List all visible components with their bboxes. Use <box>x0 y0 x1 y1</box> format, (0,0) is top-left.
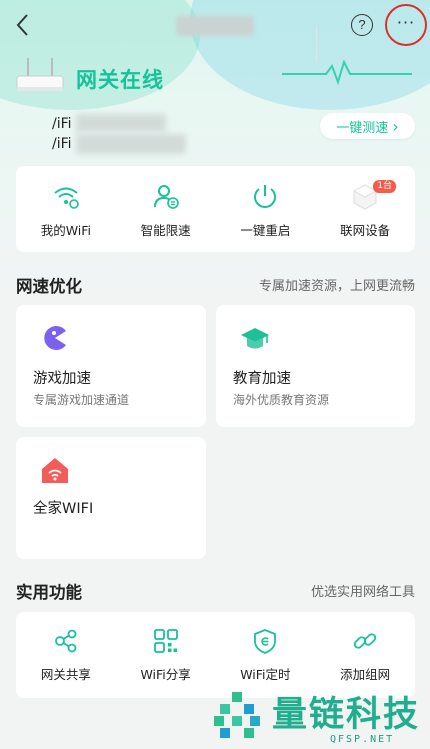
card-subtitle: 海外优质教育资源 <box>233 393 330 407</box>
timer-shield-icon <box>254 629 277 654</box>
quick-item-label: 联网设备 <box>340 223 391 238</box>
card-subtitle: 专属游戏加速通道 <box>33 393 130 407</box>
speed-test-label: 一键测速 <box>336 120 389 136</box>
chevron-right-icon: › <box>392 116 399 136</box>
family-wifi-card[interactable]: 全家WIFI <box>16 437 206 559</box>
wifi-name-redacted <box>76 134 186 154</box>
quick-item-devices[interactable]: 1台 联网设备 <box>315 166 415 252</box>
heartbeat-line-icon <box>282 60 412 86</box>
wifi-name-label: /iFi <box>52 116 72 132</box>
watermark-text: 量链科技 <box>272 695 421 735</box>
divider <box>316 26 317 62</box>
back-arrow-icon[interactable] <box>12 12 34 38</box>
section-subtitle: 专属加速资源，上网更流畅 <box>258 279 415 294</box>
quick-item-speed-limit[interactable]: 智能限速 <box>116 166 216 252</box>
education-boost-card[interactable]: 教育加速 海外优质教育资源 <box>216 305 415 427</box>
device-count-badge: 1台 <box>373 180 396 193</box>
wifi-name-redacted <box>76 114 166 132</box>
watermark: 量链科技 QFSP.NET <box>208 686 430 749</box>
quick-actions-card: 我的WiFi 智能限速 一键重启 1台 联网设备 <box>16 166 415 252</box>
quick-item-reboot[interactable]: 一键重启 <box>216 166 316 252</box>
util-item-label: WiFi定时 <box>240 667 291 682</box>
section-title: 实用功能 <box>16 583 82 602</box>
quick-item-label: 智能限速 <box>140 223 191 238</box>
watermark-url: QFSP.NET <box>330 734 395 745</box>
page-title-redacted <box>176 16 254 36</box>
more-options-button[interactable]: ··· <box>385 4 427 46</box>
util-item-wifi-share[interactable]: WiFi分享 <box>116 612 216 698</box>
section-subtitle: 优选实用网络工具 <box>310 585 415 600</box>
graduation-cap-icon <box>241 328 269 349</box>
card-title: 教育加速 <box>233 371 291 387</box>
help-button[interactable]: ? <box>351 14 373 36</box>
gateway-status: 网关在线 <box>76 68 164 92</box>
power-icon <box>254 185 277 208</box>
card-title: 全家WIFI <box>33 501 94 517</box>
game-icon <box>44 326 66 350</box>
user-limit-icon <box>153 185 179 209</box>
router-icon <box>16 58 64 91</box>
qr-code-icon <box>153 629 178 653</box>
util-item-label: WiFi分享 <box>140 667 191 682</box>
watermark-logo-icon <box>214 692 260 738</box>
game-boost-card[interactable]: 游戏加速 专属游戏加速通道 <box>16 305 206 427</box>
quick-item-label: 一键重启 <box>240 223 291 238</box>
util-item-label: 添加组网 <box>340 667 391 682</box>
speed-test-button[interactable]: 一键测速 › <box>320 113 415 139</box>
quick-item-label: 我的WiFi <box>40 223 92 238</box>
link-icon <box>353 633 377 649</box>
share-icon <box>54 629 77 653</box>
util-item-label: 网关共享 <box>40 667 91 682</box>
quick-item-my-wifi[interactable]: 我的WiFi <box>16 166 116 252</box>
util-item-gateway-share[interactable]: 网关共享 <box>16 612 116 698</box>
wifi-settings-icon <box>54 187 79 209</box>
section-title: 网速优化 <box>16 277 82 296</box>
home-wifi-icon <box>42 458 68 483</box>
wifi-name-label: /iFi <box>52 136 72 152</box>
card-title: 游戏加速 <box>33 371 91 387</box>
